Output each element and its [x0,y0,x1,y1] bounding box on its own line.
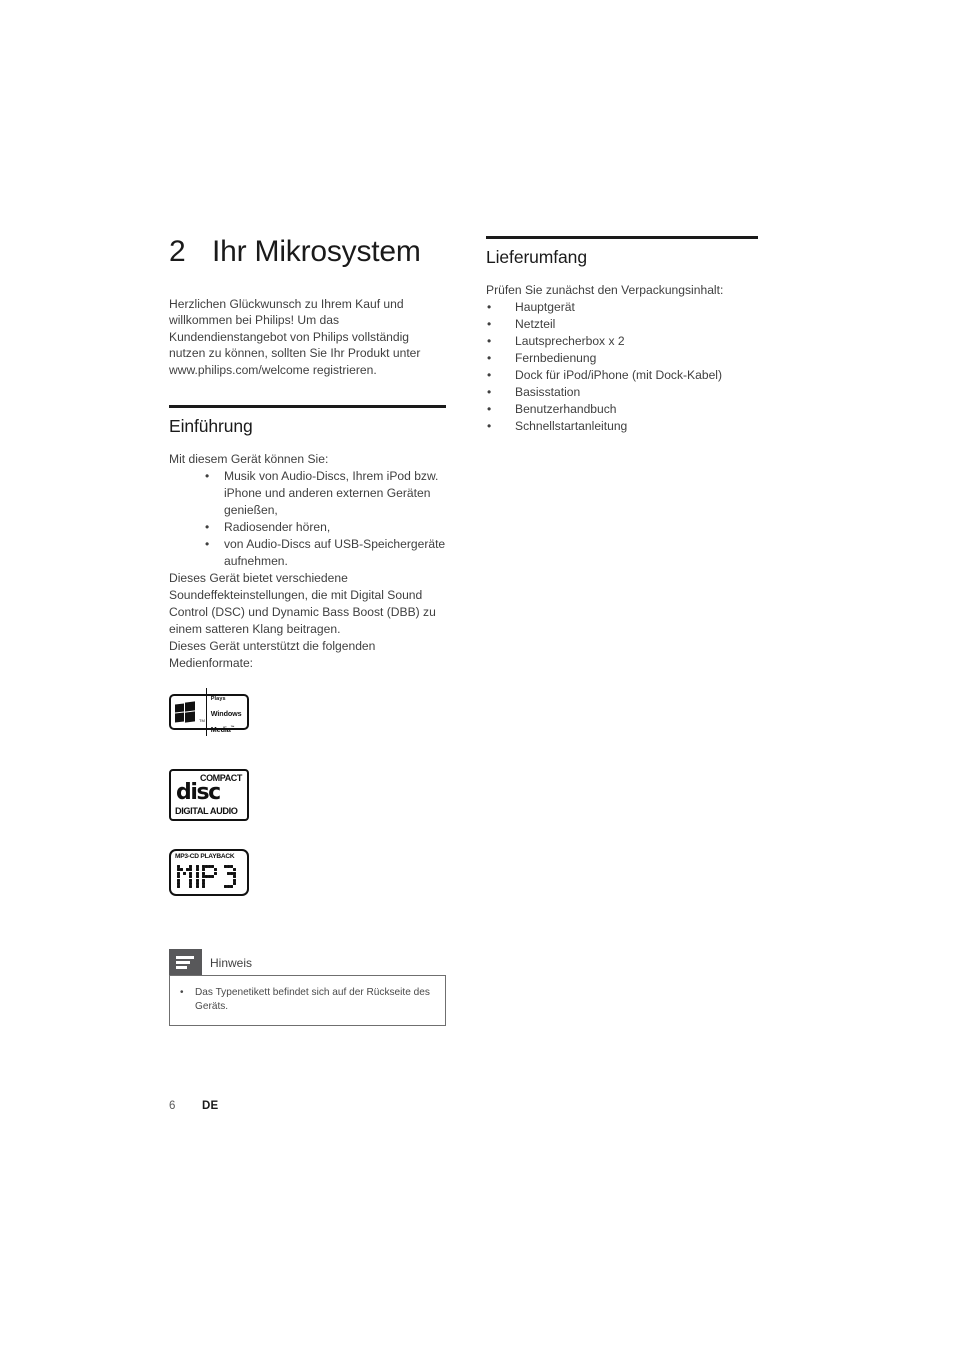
wmp-line-plays: Plays [210,696,226,702]
bullet-glyph: • [487,368,492,382]
list-item: • Hauptgerät [486,299,758,316]
lieferumfang-bullet-list: • Hauptgerät • Netzteil • Lautsprecherbox x… [486,299,758,435]
note-item-text: Das Typenetikett befindet sich auf der R… [195,987,430,1012]
plays-windows-media-logo: TM Plays Windows Media™ [169,688,249,736]
list-item: • Dock für iPod/iPhone (mit Dock-Kabel) [486,367,758,384]
left-column: 2 Ihr Mikrosystem Herzlichen Glückwunsch… [169,236,446,896]
list-item-label: Lautsprecherbox x 2 [515,334,625,348]
mp3-cd-playback-logo: MP3-CD PLAYBACK [169,849,249,896]
language-code: DE [202,1100,219,1112]
list-item-label: Fernbedienung [515,351,597,365]
cd-digital-audio-label: DIGITAL AUDIO [175,805,238,816]
list-item-label: Schnellstartanleitung [515,419,628,433]
bullet-glyph: • [205,537,210,551]
bullet-glyph: • [487,351,492,365]
list-item: • Netzteil [486,316,758,333]
compact-disc-digital-audio-logo: COMPACT disc DIGITAL AUDIO [169,769,249,821]
bullet-glyph: • [487,300,492,314]
list-item: • von Audio-Discs auf USB-Speichergeräte… [169,536,446,570]
list-item-label: von Audio-Discs auf USB-Speichergeräte a… [224,537,446,568]
bullet-glyph: • [487,317,492,331]
chapter-heading: 2 Ihr Mikrosystem [169,236,446,268]
note-icon [169,949,202,975]
wmp-line-windows: Windows [210,709,242,718]
einfuehrung-paragraph-2: Dieses Gerät bietet verschiedene Soundef… [169,571,436,636]
bullet-glyph: • [205,469,210,483]
document-page: 2 Ihr Mikrosystem Herzlichen Glückwunsch… [0,0,954,1350]
page-number: 6 [169,1100,176,1112]
media-format-logos: TM Plays Windows Media™ COMPACT disc DIG… [169,688,446,896]
mp3-playback-label: MP3-CD PLAYBACK [175,853,235,860]
list-item-label: Musik von Audio-Discs, Ihrem iPod bzw. i… [224,469,439,517]
bullet-glyph: • [205,520,210,534]
section-rule [486,236,758,239]
windows-media-tm-small: TM [199,718,205,723]
list-item-label: Hauptgerät [515,300,575,314]
list-item: • Basisstation [486,384,758,401]
mp3-dot-matrix-wordmark [177,865,243,891]
cd-disc-wordmark: disc [176,780,221,805]
page-footer: 6 DE [169,1100,218,1112]
bullet-glyph: • [180,987,184,998]
list-item: • Lautsprecherbox x 2 [486,333,758,350]
windows-flag-icon [175,700,196,723]
section-rule [169,405,446,408]
list-item-label: Netzteil [515,317,556,331]
list-item-label: Dock für iPod/iPhone (mit Dock-Kabel) [515,368,723,382]
einfuehrung-bullet-list: • Musik von Audio-Discs, Ihrem iPod bzw.… [169,468,446,570]
note-box: Hinweis • Das Typenetikett befindet sich… [169,949,446,1026]
lieferumfang-lead: Prüfen Sie zunächst den Verpackungsinhal… [486,283,724,297]
chapter-title: Ihr Mikrosystem [212,235,421,268]
list-item-label: Basisstation [515,385,581,399]
note-body: • Das Typenetikett befindet sich auf der… [169,975,446,1026]
bullet-glyph: • [487,419,492,433]
list-item: • Schnellstartanleitung [486,418,758,435]
windows-media-text: Plays Windows Media™ [205,688,243,736]
list-item: • Benutzerhandbuch [486,401,758,418]
list-item-label: Benutzerhandbuch [515,402,617,416]
list-item: • Fernbedienung [486,350,758,367]
chapter-intro-paragraph: Herzlichen Glückwunsch zu Ihrem Kauf und… [169,296,421,377]
einfuehrung-section: Einführung Mit diesem Gerät können Sie: … [169,405,446,672]
list-item: • Radiosender hören, [169,519,446,536]
wmp-line-media: Media™ [210,724,235,734]
note-title: Hinweis [210,956,253,970]
note-list: • Das Typenetikett befindet sich auf der… [179,986,435,1013]
bullet-glyph: • [487,334,492,348]
bullet-glyph: • [487,402,492,416]
list-item-label: Radiosender hören, [224,520,331,534]
bullet-glyph: • [487,385,492,399]
chapter-number: 2 [169,235,186,268]
einfuehrung-heading: Einführung [169,416,253,436]
list-item: • Musik von Audio-Discs, Ihrem iPod bzw.… [169,468,446,519]
einfuehrung-lead: Mit diesem Gerät können Sie: [169,452,329,466]
lieferumfang-heading: Lieferumfang [486,247,587,267]
right-column: Lieferumfang Prüfen Sie zunächst den Ver… [486,236,758,435]
note-header: Hinweis [169,949,446,975]
einfuehrung-paragraph-3: Dieses Gerät unterstützt die folgenden M… [169,639,376,670]
list-item: • Das Typenetikett befindet sich auf der… [179,986,435,1013]
